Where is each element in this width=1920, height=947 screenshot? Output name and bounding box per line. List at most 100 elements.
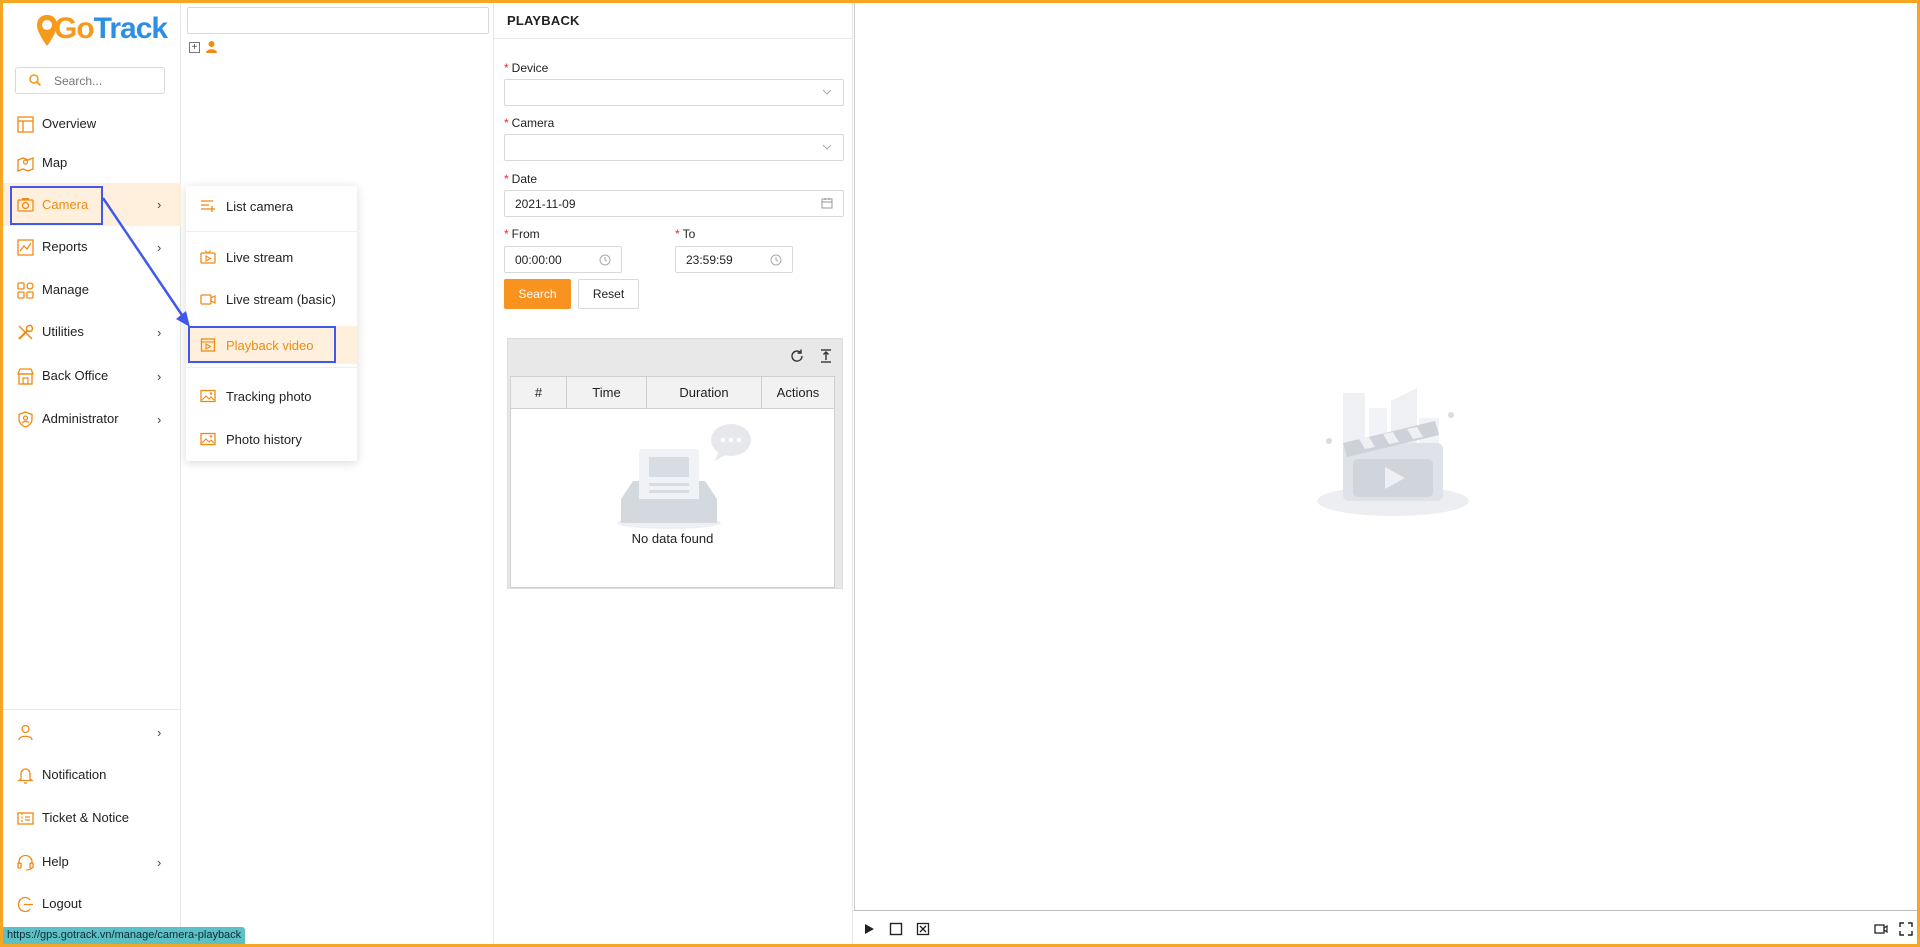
sidebar-item-account[interactable]: › xyxy=(3,712,181,752)
sidebar-item-map[interactable]: Map xyxy=(3,143,181,183)
expand-all-icon[interactable]: + xyxy=(189,42,200,53)
sidebar-item-label: Notification xyxy=(42,767,107,782)
title-divider xyxy=(494,38,853,39)
sidebar-item-notification[interactable]: Notification xyxy=(3,755,181,795)
sidebar-item-overview[interactable]: Overview xyxy=(3,104,181,144)
sidebar-item-back-office[interactable]: Back Office › xyxy=(3,356,181,396)
device-tree-panel: + xyxy=(181,3,494,944)
device-select[interactable] xyxy=(504,79,844,106)
image-icon xyxy=(200,389,216,403)
table-header: # Time Duration Actions xyxy=(511,377,834,409)
reset-button[interactable]: Reset xyxy=(578,279,639,309)
sidebar-item-ticket-notice[interactable]: Ticket & Notice xyxy=(3,798,181,838)
sidebar-item-label: Logout xyxy=(42,896,82,911)
required-mark: * xyxy=(504,227,509,241)
sidebar-item-help[interactable]: Help › xyxy=(3,842,181,882)
search-icon xyxy=(29,74,42,87)
submenu-item-label: Live stream xyxy=(226,250,294,265)
shield-user-icon xyxy=(18,411,33,428)
tree-search-input[interactable] xyxy=(187,7,489,34)
logo-track-text: Track xyxy=(93,12,168,45)
submenu-item-tracking-photo[interactable]: Tracking photo xyxy=(186,376,357,416)
sidebar-item-label: Administrator xyxy=(42,411,119,426)
play-icon[interactable] xyxy=(862,922,876,936)
camera-select[interactable] xyxy=(504,134,844,161)
sidebar-item-administrator[interactable]: Administrator › xyxy=(3,399,181,439)
sidebar-item-label: Reports xyxy=(42,239,88,254)
search-button[interactable]: Search xyxy=(504,279,571,309)
highlight-box-camera xyxy=(10,186,103,225)
chart-line-icon xyxy=(17,239,34,256)
close-stream-icon[interactable] xyxy=(916,922,930,936)
empty-inbox-illustration xyxy=(617,424,751,529)
gotrack-logo[interactable]: GoTrack xyxy=(36,11,168,51)
date-picker[interactable]: 2021-11-09 xyxy=(504,190,844,217)
to-label-text: To xyxy=(682,227,696,241)
sidebar-item-label: Map xyxy=(42,155,68,170)
user-group-icon[interactable] xyxy=(205,40,218,54)
chevron-right-icon: › xyxy=(157,855,162,870)
store-icon xyxy=(17,368,34,385)
submenu-item-live-stream-basic[interactable]: Live stream (basic) xyxy=(186,279,357,319)
ticket-icon xyxy=(17,812,34,825)
sidebar-item-label: Manage xyxy=(42,282,89,297)
logo-go-text: Go xyxy=(54,12,95,45)
column-header-actions[interactable]: Actions xyxy=(762,377,834,409)
stop-icon[interactable] xyxy=(889,922,903,936)
to-time-picker[interactable]: 23:59:59 xyxy=(675,246,793,273)
column-header-index[interactable]: # xyxy=(511,377,567,409)
submenu-divider xyxy=(186,231,357,232)
grid-icon xyxy=(17,282,34,299)
sidebar-item-logout[interactable]: Logout xyxy=(3,884,181,924)
sidebar-item-label: Utilities xyxy=(42,324,84,339)
export-icon[interactable] xyxy=(818,348,834,364)
record-icon[interactable] xyxy=(1874,922,1888,936)
submenu-item-photo-history[interactable]: Photo history xyxy=(186,419,357,459)
column-header-time[interactable]: Time xyxy=(567,377,647,409)
camera-label-text: Camera xyxy=(511,116,555,130)
sidebar: GoTrack Overview Map Camera › Reports › … xyxy=(3,3,181,944)
video-player[interactable] xyxy=(854,3,1917,911)
video-placeholder-illustration xyxy=(1317,388,1469,516)
live-icon xyxy=(200,250,216,264)
playback-results-panel: # Time Duration Actions No data found xyxy=(507,338,843,589)
submenu-item-list-camera[interactable]: List camera xyxy=(186,186,357,226)
fullscreen-icon[interactable] xyxy=(1899,922,1913,936)
refresh-icon[interactable] xyxy=(789,348,805,364)
date-label-text: Date xyxy=(511,172,538,186)
required-mark: * xyxy=(504,61,509,75)
annotation-arrow-icon xyxy=(101,197,190,327)
logout-icon xyxy=(17,896,33,913)
layout-icon xyxy=(17,116,34,133)
playback-form-panel: PLAYBACK * Device * Camera * Date 2021-11-0… xyxy=(494,3,853,944)
submenu-item-live-stream[interactable]: Live stream xyxy=(186,237,357,277)
tools-icon xyxy=(18,324,34,340)
column-header-duration[interactable]: Duration xyxy=(647,377,762,409)
submenu-divider xyxy=(186,367,357,368)
from-time-value: 00:00:00 xyxy=(515,253,562,267)
sidebar-item-label: Back Office xyxy=(42,368,109,383)
submenu-item-label: Live stream (basic) xyxy=(226,292,336,307)
chevron-down-icon xyxy=(822,144,832,150)
camera-submenu: List camera Live stream Live stream (bas… xyxy=(186,186,357,461)
video-icon xyxy=(200,294,216,305)
search-input[interactable] xyxy=(54,72,154,89)
sidebar-item-label: Overview xyxy=(42,116,97,131)
chevron-right-icon: › xyxy=(157,412,162,427)
sidebar-item-label: Help xyxy=(42,854,69,869)
list-add-icon xyxy=(201,200,215,212)
submenu-item-label: List camera xyxy=(226,199,294,214)
chevron-right-icon: › xyxy=(157,369,162,384)
to-time-value: 23:59:59 xyxy=(686,253,733,267)
calendar-icon xyxy=(821,198,833,209)
chevron-down-icon xyxy=(822,89,832,95)
from-time-picker[interactable]: 00:00:00 xyxy=(504,246,622,273)
headset-icon xyxy=(17,854,34,871)
submenu-item-label: Photo history xyxy=(226,432,302,447)
required-mark: * xyxy=(504,116,509,130)
sidebar-search[interactable] xyxy=(15,67,165,94)
date-label: * Date xyxy=(504,172,537,186)
sidebar-divider xyxy=(3,709,181,710)
required-mark: * xyxy=(675,227,680,241)
clock-icon xyxy=(599,254,611,266)
